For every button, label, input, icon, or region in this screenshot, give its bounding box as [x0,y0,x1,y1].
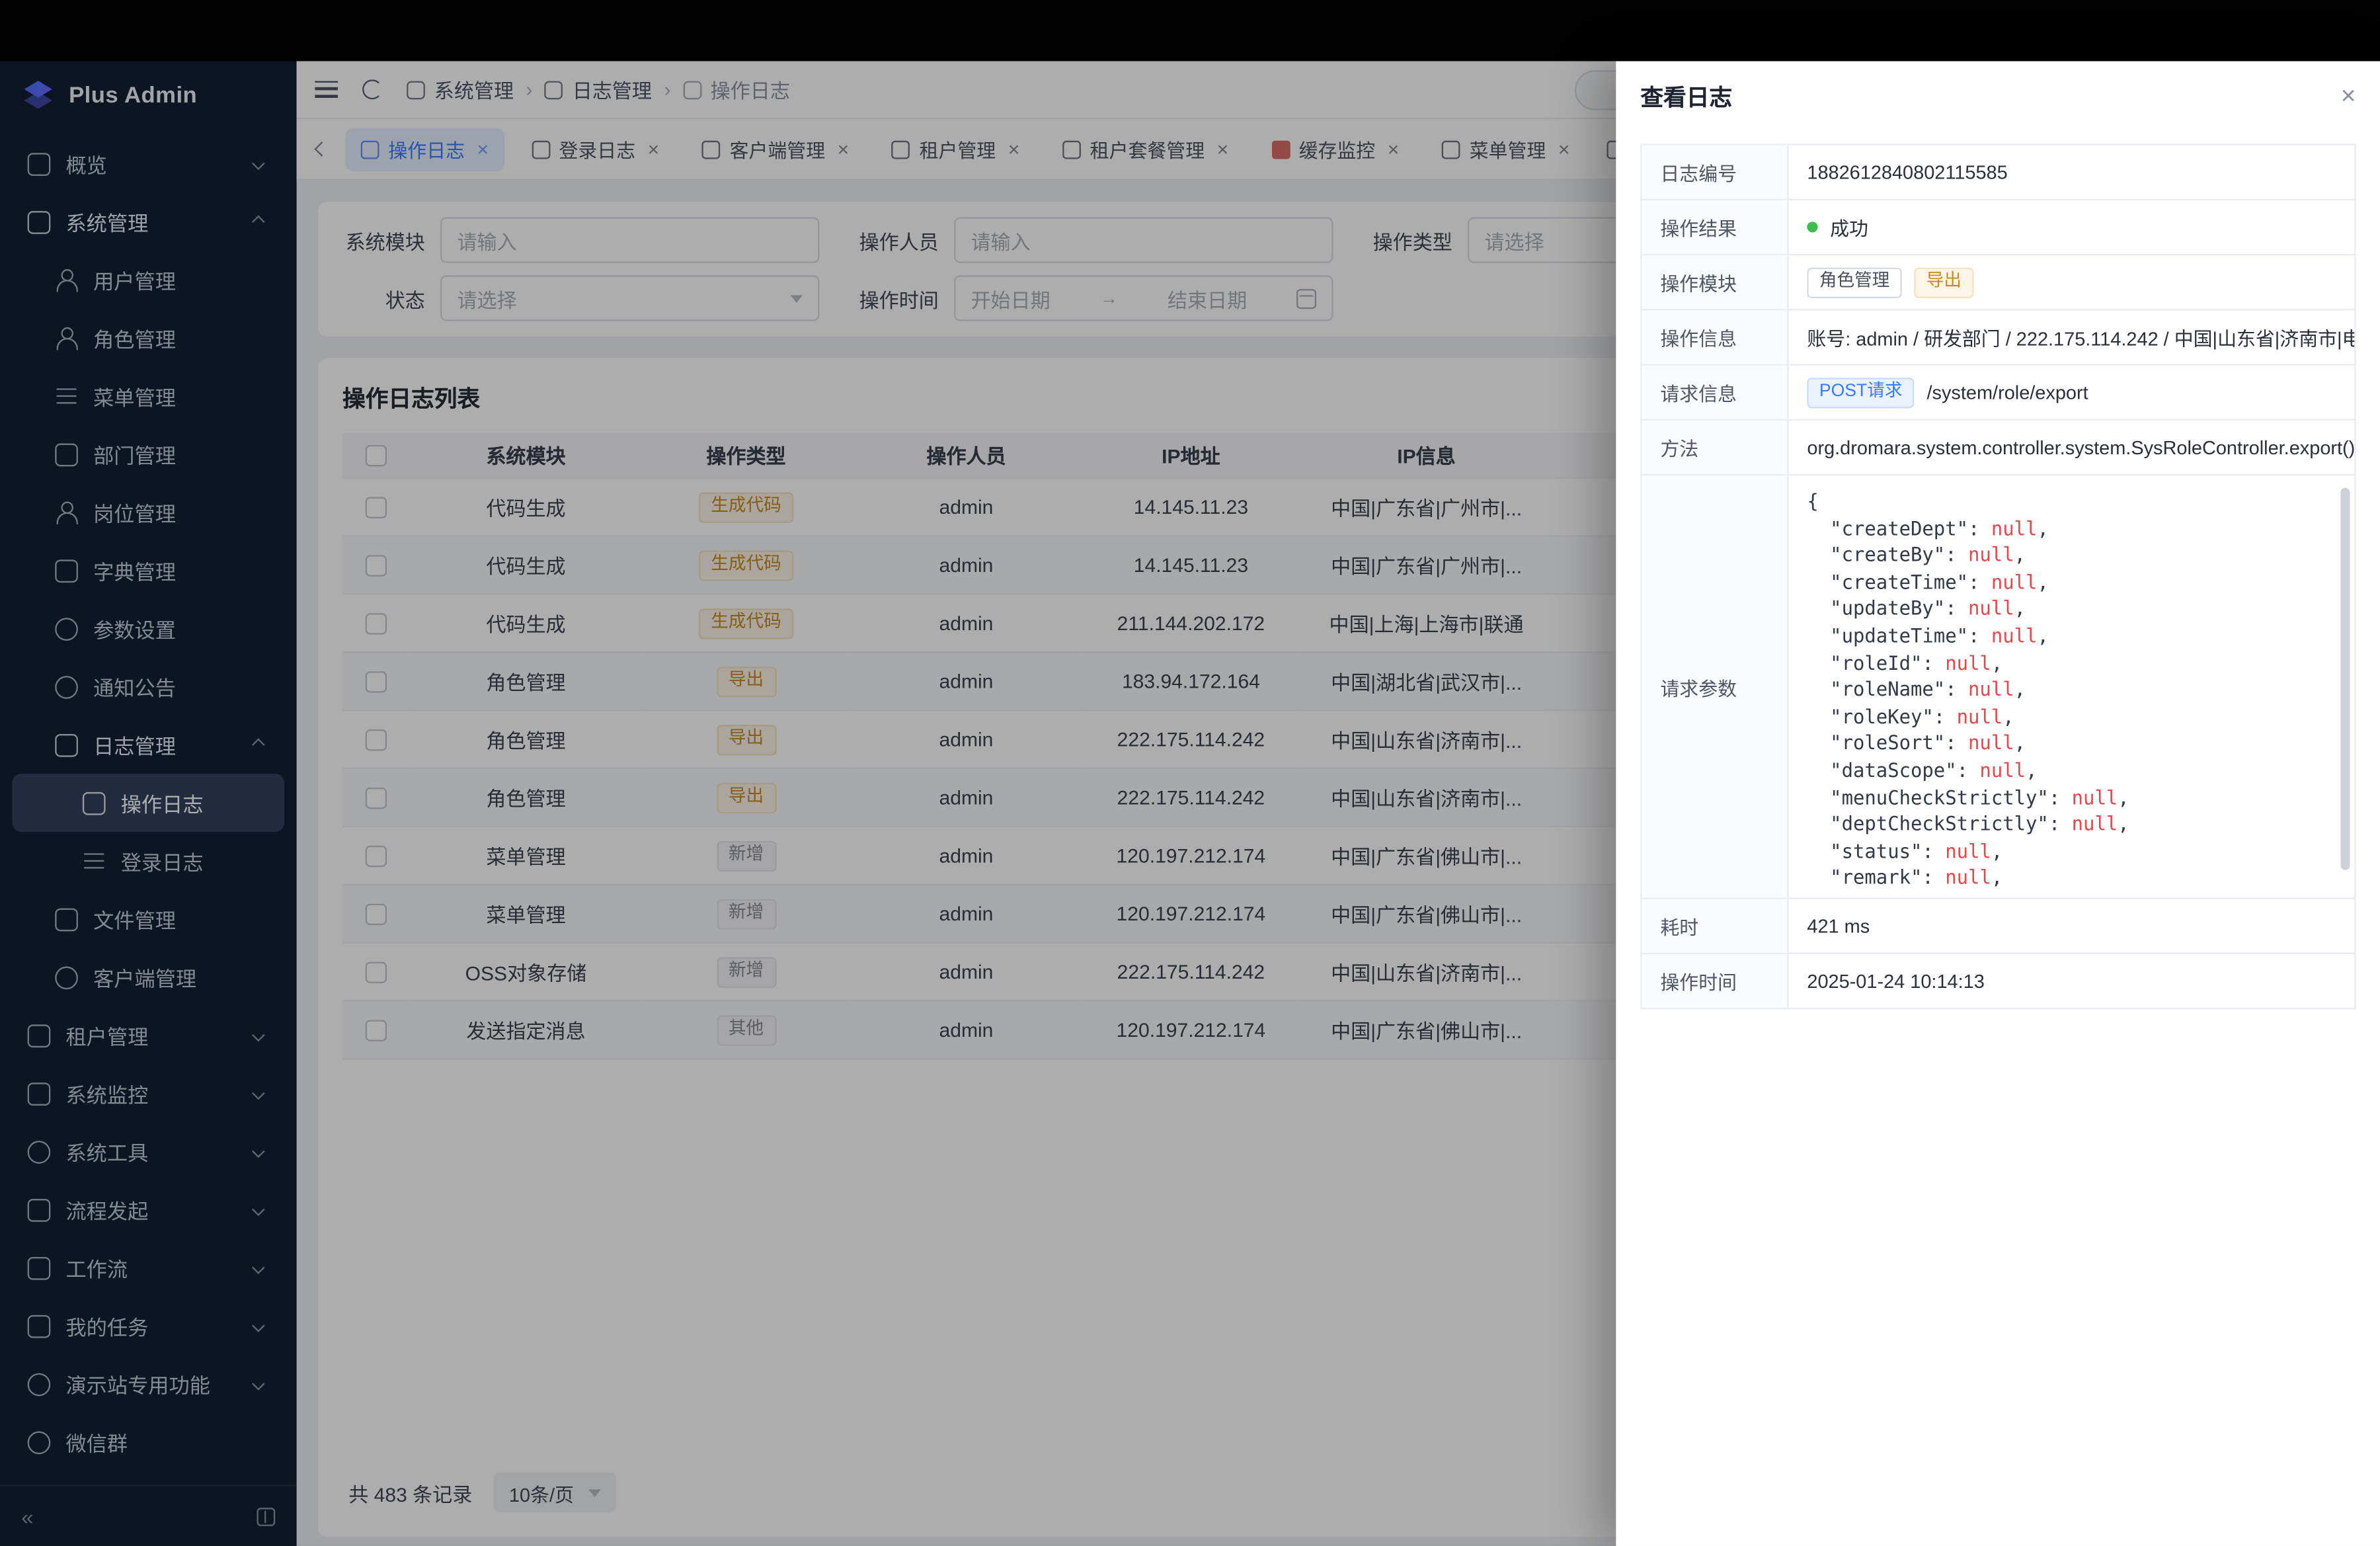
detail-value: 账号: admin / 研发部门 / 222.175.114.242 / 中国|… [1789,310,2355,364]
view-log-drawer: 查看日志 × 日志编号 1882612840802115585 操作结果 成功操作模块… [1616,61,2380,1546]
screen: Plus Admin 概览系统管理用户管理角色管理菜单管理部门管理岗位管理字典管… [0,0,2380,1546]
detail-label: 请求参数 [1642,475,1789,897]
detail-row: 操作模块角色管理导出 [1640,255,2356,310]
module-tag: 角色管理 [1807,267,1901,298]
detail-label: 方法 [1642,421,1789,474]
detail-label: 操作结果 [1642,200,1789,254]
detail-label: 日志编号 [1642,145,1789,199]
drawer-header: 查看日志 × [1616,61,2380,132]
drawer-body: 日志编号1882612840802115585操作结果成功操作模块角色管理导出操… [1616,132,2380,1034]
detail-value-text: 421 ms [1807,915,1870,936]
detail-label: 操作信息 [1642,310,1789,364]
close-icon[interactable]: × [2341,81,2356,112]
drawer-title: 查看日志 [1640,80,1732,112]
detail-value: 1882612840802115585 [1789,145,2355,199]
detail-label: 操作模块 [1642,255,1789,309]
detail-value-text: 2025-01-24 10:14:13 [1807,970,1984,991]
detail-value: 成功 [1789,200,2355,254]
detail-value: 2025-01-24 10:14:13 [1789,954,2355,1008]
detail-value-text: 1882612840802115585 [1807,161,2007,183]
app-window: Plus Admin 概览系统管理用户管理角色管理菜单管理部门管理岗位管理字典管… [0,61,2380,1546]
detail-row: 操作信息账号: admin / 研发部门 / 222.175.114.242 /… [1640,310,2356,365]
status-text: 成功 [1830,212,1868,241]
detail-row: 请求参数{ "createDept": null, "createBy": nu… [1640,475,2356,899]
module-tag: 导出 [1914,267,1973,298]
detail-label: 操作时间 [1642,954,1789,1008]
http-method-tag: POST请求 [1807,377,1915,407]
letterbox-top [0,0,2380,61]
detail-value: org.dromara.system.controller.system.Sys… [1789,421,2355,474]
detail-value-text: org.dromara.system.controller.system.Sys… [1807,436,2354,458]
success-dot-icon [1807,222,1817,232]
log-detail-table: 日志编号1882612840802115585操作结果成功操作模块角色管理导出操… [1640,143,2356,1009]
detail-value: 角色管理导出 [1789,255,2355,309]
scrollbar-thumb[interactable] [2340,488,2350,870]
request-params-code[interactable]: { "createDept": null, "createBy": null, … [1789,475,2355,897]
detail-value: POST请求/system/role/export [1789,366,2355,419]
detail-label: 耗时 [1642,899,1789,953]
detail-row: 请求信息POST请求/system/role/export [1640,366,2356,421]
detail-value-text: 账号: admin / 研发部门 / 222.175.114.242 / 中国|… [1807,323,2354,352]
request-path: /system/role/export [1926,382,2088,403]
detail-row: 操作结果 成功 [1640,200,2356,255]
detail-label: 请求信息 [1642,366,1789,419]
detail-row: 方法 org.dromara.system.controller.system.S… [1640,421,2356,475]
detail-row: 耗时 421 ms [1640,899,2356,954]
detail-row: 日志编号 1882612840802115585 [1640,145,2356,200]
detail-value: 421 ms [1789,899,2355,953]
detail-row: 操作时间 2025-01-24 10:14:13 [1640,954,2356,1009]
detail-value: { "createDept": null, "createBy": null, … [1789,475,2355,897]
